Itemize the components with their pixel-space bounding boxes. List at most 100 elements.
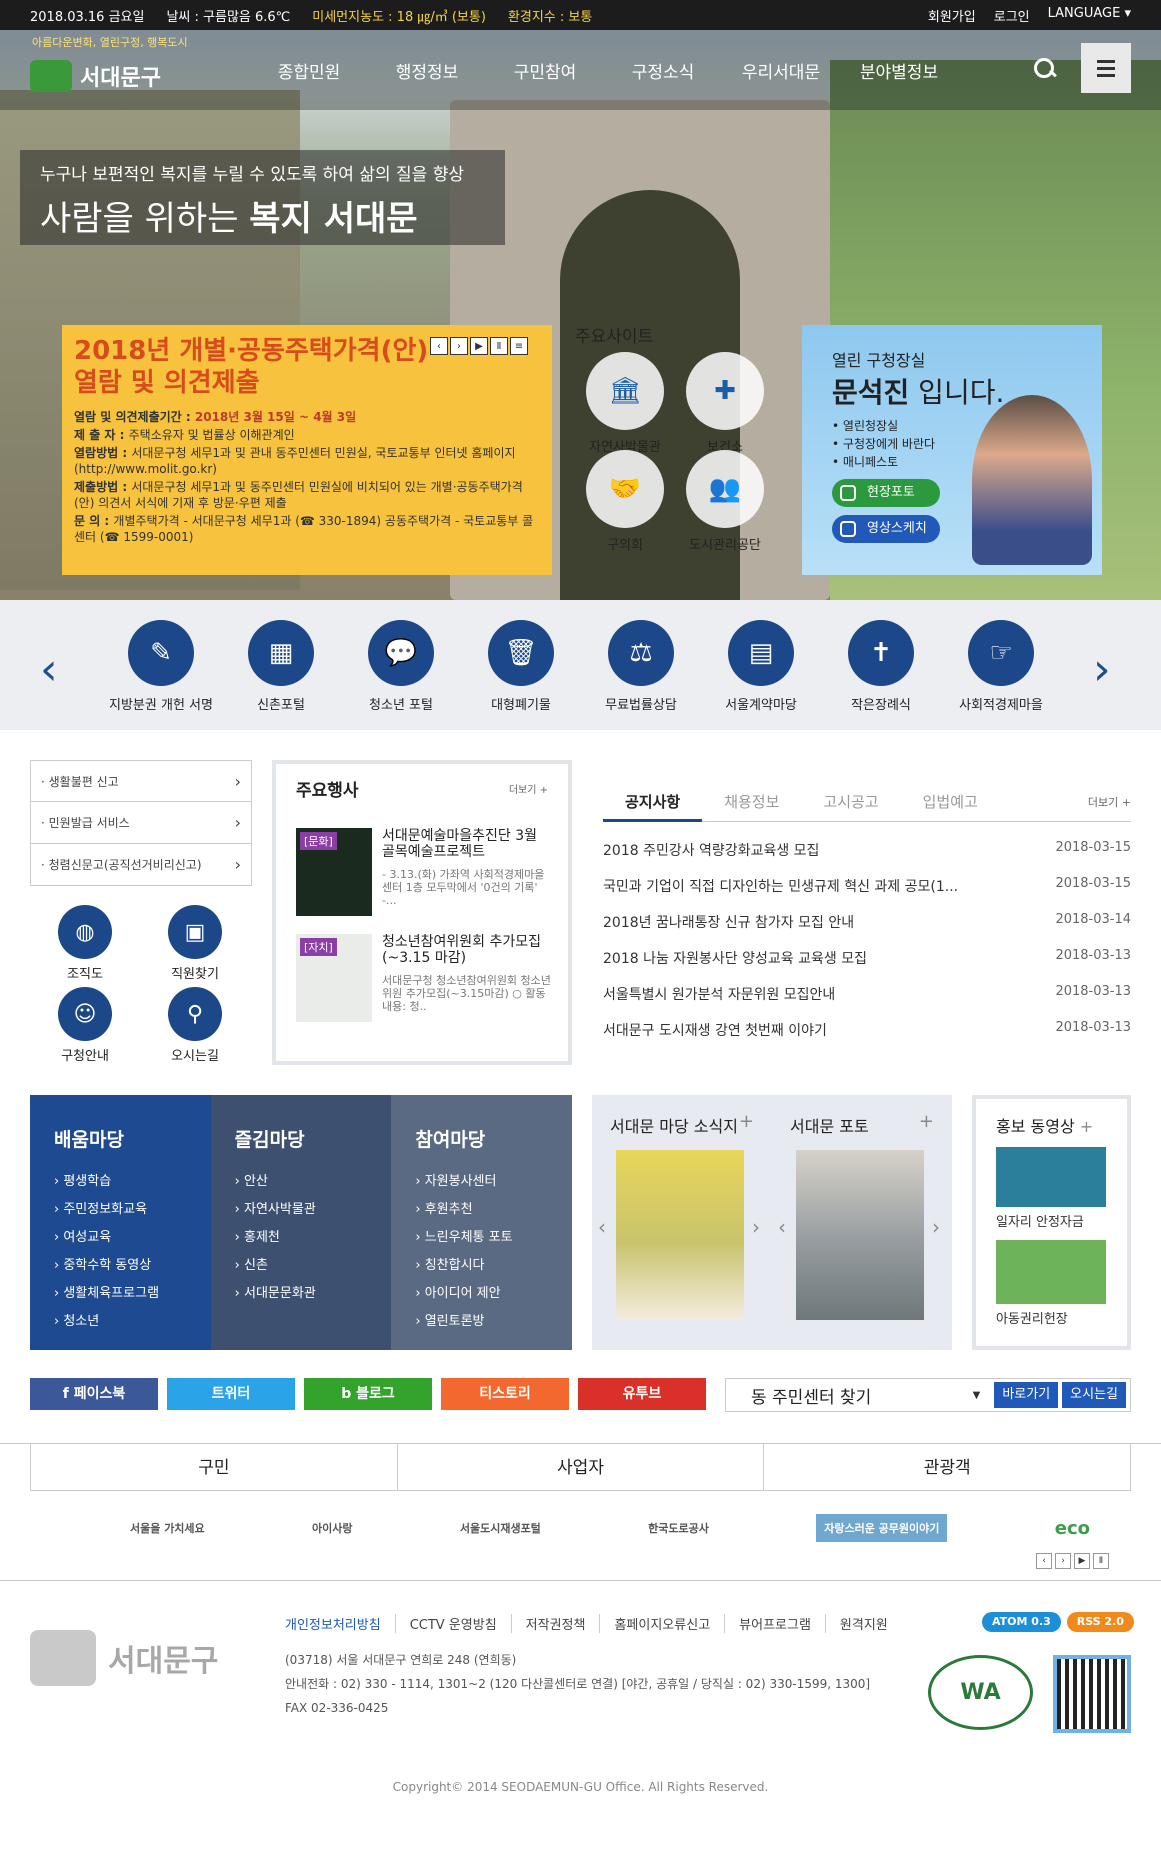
madang-link[interactable]: 안산 [235, 1168, 368, 1196]
slide-next-icon[interactable]: › [450, 337, 468, 355]
madang-link[interactable]: 느린우체통 포토 [415, 1224, 548, 1252]
site-museum[interactable]: 🏛 자연사박물관 [575, 352, 675, 455]
quick-item[interactable]: ▦ 신촌포털 [221, 620, 341, 713]
slide-play-icon[interactable]: ▶ [470, 337, 488, 355]
tab-tourists[interactable]: 관광객 [763, 1444, 1132, 1490]
join-link[interactable]: 회원가입 [928, 6, 976, 25]
menu-item[interactable]: 우리서대문 [722, 58, 840, 83]
site-council[interactable]: 🤝 구의회 [575, 450, 675, 553]
slide-prev-icon[interactable]: ‹ [430, 337, 448, 355]
madang-link[interactable]: 주민정보화교육 [54, 1196, 187, 1224]
notice-item[interactable]: 2018 나눔 자원봉사단 양성교육 교육생 모집 2018-03-13 [603, 948, 1131, 984]
rss-feed-button[interactable]: RSS 2.0 [1066, 1612, 1134, 1632]
blog-button[interactable]: b 블로그 [304, 1378, 432, 1410]
facebook-button[interactable]: f 페이스북 [30, 1378, 158, 1410]
tab-residents[interactable]: 구민 [30, 1444, 397, 1490]
office-guide-link[interactable]: ☺ 구청안내 [30, 987, 140, 1064]
notice-item[interactable]: 서대문구 도시재생 강연 첫번째 이야기 2018-03-13 [603, 1020, 1131, 1056]
madang-link[interactable]: 칭찬합시다 [415, 1252, 548, 1280]
banner[interactable]: eco [1055, 1518, 1090, 1539]
banner[interactable]: 자랑스러운 공무원이야기 [816, 1514, 948, 1542]
quick-item[interactable]: ▤ 서울계약마당 [701, 620, 821, 713]
events-more-link[interactable]: 더보기 + [509, 781, 548, 796]
event-item[interactable]: [자치] 청소년참여위원회 추가모집(~3.15 마감) 서대문구청 청소년참여… [296, 934, 556, 1028]
search-icon[interactable] [1032, 56, 1060, 84]
go-button[interactable]: 바로가기 [994, 1382, 1059, 1408]
quick-next-icon[interactable]: › [1093, 644, 1111, 695]
login-link[interactable]: 로그인 [994, 6, 1030, 25]
tab-announcements[interactable]: 고시공고 [801, 791, 900, 812]
banner[interactable]: 서울도시재생포털 [460, 1520, 541, 1536]
madang-link[interactable]: 생활체육프로그램 [54, 1280, 187, 1308]
notice-item[interactable]: 국민과 기업이 직접 디자인하는 민생규제 혁신 과제 공모(1... 2018-… [603, 876, 1131, 912]
tab-legislation[interactable]: 입법예고 [901, 791, 1000, 812]
quick-item[interactable]: ✝ 작은장례식 [821, 620, 941, 713]
menu-item[interactable]: 구정소식 [604, 58, 722, 83]
photo-prev-icon[interactable]: ‹ [778, 1215, 786, 1239]
madang-link[interactable]: 아이디어 제안 [415, 1280, 548, 1308]
notice-item[interactable]: 2018 주민강사 역량강화교육생 모집 2018-03-15 [603, 840, 1131, 876]
quick-item[interactable]: 🗑 대형폐기물 [461, 620, 581, 713]
org-chart-link[interactable]: ◍ 조직도 [30, 905, 140, 982]
field-photo-button[interactable]: 현장포토 [832, 479, 940, 507]
madang-link[interactable]: 청소년 [54, 1308, 187, 1336]
menu-item[interactable]: 종합민원 [250, 58, 368, 83]
tab-notice[interactable]: 공지사항 [603, 782, 703, 822]
footer-link[interactable]: 개인정보처리방침 [285, 1614, 395, 1633]
side-link[interactable]: · 생활불편 신고 [30, 760, 252, 802]
newsletter-more-icon[interactable]: + [739, 1111, 754, 1132]
side-link[interactable]: · 민원발급 서비스 [30, 802, 252, 844]
notice-item[interactable]: 2018년 꿈나래통장 신규 참가자 모집 안내 2018-03-14 [603, 912, 1131, 948]
promo-more-icon[interactable]: + [1080, 1117, 1093, 1136]
directions-link[interactable]: ⚲ 오시는길 [140, 987, 250, 1064]
footer-link[interactable]: 원격지원 [824, 1614, 902, 1633]
madang-link[interactable]: 자연사박물관 [235, 1196, 368, 1224]
chevron-down-icon[interactable]: ▼ [973, 1390, 981, 1401]
slide-list-icon[interactable]: ≡ [510, 337, 528, 355]
notice-more-link[interactable]: 더보기 + [1088, 794, 1131, 810]
site-health-center[interactable]: ✚ 보건소 [675, 352, 775, 455]
newsletter-cover[interactable] [616, 1150, 744, 1320]
footer-link[interactable]: 저작권정책 [510, 1614, 600, 1633]
footer-link[interactable]: CCTV 운영방침 [394, 1614, 511, 1633]
site-facility-corp[interactable]: 👥 도시관리공단 [675, 450, 775, 553]
photo-image[interactable] [796, 1150, 924, 1320]
quick-item[interactable]: ☞ 사회적경제마을 [941, 620, 1061, 713]
quick-prev-icon[interactable]: ‹ [40, 644, 58, 695]
madang-link[interactable]: 서대문문화관 [235, 1280, 368, 1308]
madang-link[interactable]: 열린토론방 [415, 1308, 548, 1336]
twitter-button[interactable]: 트위터 [167, 1378, 295, 1410]
footer-link[interactable]: 뷰어프로그램 [724, 1614, 825, 1633]
newsletter-next-icon[interactable]: › [752, 1215, 760, 1239]
site-logo[interactable]: 아름다운변화, 열린구정, 행복도시 서대문구 [30, 36, 188, 92]
madang-link[interactable]: 후원추천 [415, 1196, 548, 1224]
footer-link[interactable]: 홈페이지오류신고 [599, 1614, 724, 1633]
promo-thumb-1[interactable] [996, 1147, 1106, 1207]
menu-item[interactable]: 행정정보 [368, 58, 486, 83]
madang-link[interactable]: 홍제천 [235, 1224, 368, 1252]
banner-next-icon[interactable]: › [1055, 1553, 1071, 1569]
banner[interactable]: 한국도로공사 [648, 1520, 709, 1536]
madang-link[interactable]: 신촌 [235, 1252, 368, 1280]
video-sketch-button[interactable]: 영상스케치 [832, 515, 940, 543]
community-center-select[interactable]: 동 주민센터 찾기 [726, 1383, 973, 1408]
atom-feed-button[interactable]: ATOM 0.3 [982, 1612, 1061, 1632]
notice-item[interactable]: 서울특별시 원가분석 자문위원 모집안내 2018-03-13 [603, 984, 1131, 1020]
event-item[interactable]: [문화] 서대문예술마을추진단 3월 골목예술프로젝트 - 3.13.(화) 가… [296, 828, 556, 922]
newsletter-prev-icon[interactable]: ‹ [598, 1215, 606, 1239]
quick-item[interactable]: 💬 청소년 포털 [341, 620, 461, 713]
slide-pause-icon[interactable]: Ⅱ [490, 337, 508, 355]
quick-item[interactable]: ⚖ 무료법률상담 [581, 620, 701, 713]
madang-link[interactable]: 자원봉사센터 [415, 1168, 548, 1196]
side-link[interactable]: · 청렴신문고(공직선거비리신고) [30, 844, 252, 886]
madang-link[interactable]: 평생학습 [54, 1168, 187, 1196]
menu-item[interactable]: 구민참여 [486, 58, 604, 83]
madang-link[interactable]: 중학수학 동영상 [54, 1252, 187, 1280]
banner[interactable]: 서울을 가치세요 [130, 1520, 205, 1536]
youtube-button[interactable]: 유투브 [578, 1378, 706, 1410]
promo-thumb-2[interactable] [996, 1240, 1106, 1304]
madang-link[interactable]: 여성교육 [54, 1224, 187, 1252]
hamburger-menu-icon[interactable] [1081, 43, 1131, 93]
tistory-button[interactable]: 티스토리 [441, 1378, 569, 1410]
banner-play-icon[interactable]: ▶ [1074, 1553, 1090, 1569]
